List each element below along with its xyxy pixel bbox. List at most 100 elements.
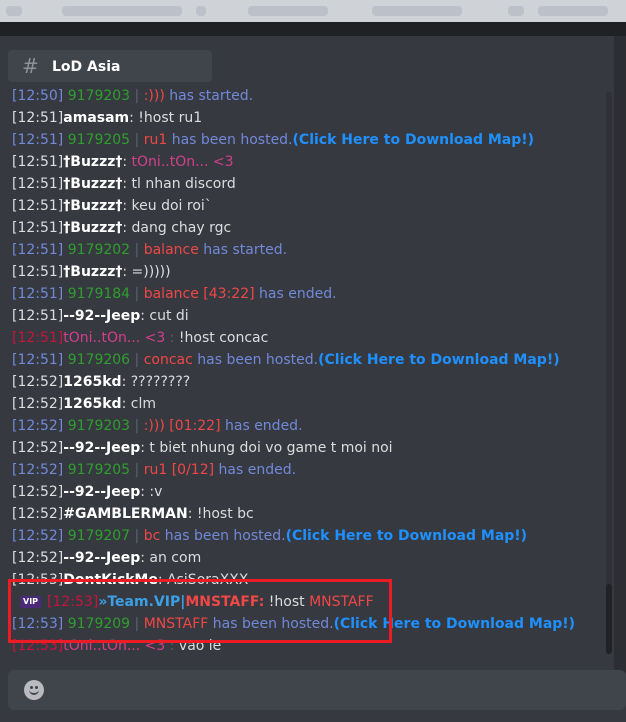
message-segment: : keu doi roi` (122, 198, 212, 214)
message-segment: --92--Jeep (63, 440, 141, 456)
chat-message: [12:52] 9179207 | bc has been hosted.(Cl… (12, 525, 527, 547)
message-segment: 9179184 (67, 286, 131, 302)
message-segment: bc (143, 528, 165, 544)
message-segment: [12:52] (12, 506, 64, 522)
chat-message: [12:51] 9179206 | concac has been hosted… (12, 349, 560, 371)
chat-message: [12:52]--92--Jeep: t biet nhung doi vo g… (12, 437, 393, 459)
message-list[interactable]: [12:50] 9179203 | :))) has started. [12:5… (0, 88, 604, 654)
message-segment: has started. (169, 88, 254, 104)
message-segment: 1265kd (63, 374, 122, 390)
message-segment: : :v (140, 484, 163, 500)
scrollbar-thumb[interactable] (606, 584, 612, 654)
message-segment: [12:52] (12, 374, 64, 390)
message-segment: has been hosted. (164, 528, 286, 544)
message-segment: | (130, 242, 144, 258)
message-segment: [12:51] (12, 154, 64, 170)
message-segment: | (130, 418, 144, 434)
message-segment: :))) (143, 88, 170, 104)
chat-message: [12:52]#GAMBLERMAN: !host bc (12, 503, 254, 525)
message-segment: has started. (203, 242, 288, 258)
chat-message: [12:51]†Buzzz†: tOni..tOn... <3 (12, 151, 234, 173)
message-segment: [12:50] (12, 88, 68, 104)
download-map-link[interactable]: (Click Here to Download Map!) (293, 132, 535, 148)
message-segment: 1265kd (63, 396, 122, 412)
message-segment: !host concac (178, 330, 269, 346)
message-segment: [12:51] (12, 132, 68, 148)
message-segment: 9179203 (67, 88, 131, 104)
message-segment: : =))))) (122, 264, 171, 280)
message-segment: | (130, 286, 144, 302)
emoji-icon[interactable] (24, 680, 44, 700)
message-segment: : t biet nhung doi vo game t moi noi (140, 440, 393, 456)
message-segment: [12:51] (12, 264, 64, 280)
message-segment: ru1 [0/12] (143, 462, 219, 478)
scrollbar-track[interactable] (606, 92, 612, 654)
message-segment: | (130, 352, 144, 368)
chat-message: [12:52]1265kd: clm (12, 393, 156, 415)
message-segment: 9179202 (67, 242, 131, 258)
browser-tab-strip (0, 0, 626, 22)
message-input[interactable] (8, 670, 626, 710)
message-segment: 9179206 (67, 352, 131, 368)
channel-name: LoD Asia (52, 59, 121, 75)
message-segment: #GAMBLERMAN (63, 506, 188, 522)
message-segment: †Buzzz† (63, 220, 123, 236)
chat-message: [12:51]tOni..tOn... <3 : !host concac (12, 327, 268, 349)
message-segment: 9179203 (67, 418, 131, 434)
message-segment: balance (143, 242, 204, 258)
message-segment: : (165, 330, 179, 346)
download-map-link[interactable]: (Click Here to Download Map!) (286, 528, 528, 544)
message-segment: †Buzzz† (63, 176, 123, 192)
chat-message: [12:51]amasam: !host ru1 (12, 107, 202, 129)
message-segment: [12:51] (12, 286, 68, 302)
message-segment: | (130, 88, 144, 104)
message-segment: balance [43:22] (143, 286, 260, 302)
message-segment: :))) [01:22] (143, 418, 225, 434)
message-segment: [12:52] (12, 440, 64, 456)
chat-message: [12:52] 9179203 | :))) [01:22] has ended… (12, 415, 303, 437)
chat-message: [12:51]†Buzzz†: tl nhan discord (12, 173, 236, 195)
window-strip (0, 22, 626, 36)
message-segment: [12:52] (12, 418, 68, 434)
message-segment: | (130, 462, 144, 478)
chat-message: [12:52]--92--Jeep: :v (12, 481, 162, 503)
message-segment: [12:51] (12, 198, 64, 214)
download-map-link[interactable]: (Click Here to Download Map!) (318, 352, 560, 368)
message-segment: amasam (63, 110, 130, 126)
message-segment: [12:52] (12, 550, 64, 566)
message-segment: [12:51] (12, 308, 64, 324)
message-segment: [12:51] (12, 110, 64, 126)
message-segment: ru1 (143, 132, 172, 148)
message-segment: : clm (121, 396, 156, 412)
message-segment: : !host ru1 (129, 110, 203, 126)
message-segment: [12:52] (12, 528, 68, 544)
message-segment: 9179207 (67, 528, 131, 544)
chat-message: [12:52]--92--Jeep: an com (12, 547, 201, 569)
message-segment: †Buzzz† (63, 198, 123, 214)
message-segment: [12:52] (12, 396, 64, 412)
chat-message: [12:52]1265kd: ???????? (12, 371, 190, 393)
message-segment: [12:51] (12, 220, 64, 236)
right-edge-panel (614, 36, 626, 676)
message-segment: : !host bc (187, 506, 254, 522)
message-segment: †Buzzz† (63, 154, 123, 170)
message-segment: [12:51] (12, 242, 68, 258)
message-segment: has ended. (225, 418, 303, 434)
message-segment: : ???????? (121, 374, 191, 390)
chat-message: [12:50] 9179203 | :))) has started. (12, 88, 253, 107)
chat-message: [12:51] 9179202 | balance has started. (12, 239, 287, 261)
message-segment: [12:51] (12, 330, 64, 346)
chat-message: [12:51]†Buzzz†: keu doi roi` (12, 195, 212, 217)
message-segment: concac (143, 352, 198, 368)
hash-icon: # (22, 54, 39, 78)
message-segment: : dang chay rgc (122, 220, 232, 236)
message-segment: --92--Jeep (63, 484, 141, 500)
message-segment: [12:52] (12, 484, 64, 500)
message-segment: has ended. (259, 286, 337, 302)
message-segment: | (130, 132, 144, 148)
message-segment: --92--Jeep (63, 308, 141, 324)
chat-message: [12:51]†Buzzz†: =))))) (12, 261, 171, 283)
chat-message: [12:51]--92--Jeep: cut di (12, 305, 189, 327)
message-segment: has ended. (218, 462, 297, 478)
message-segment: has been hosted. (171, 132, 293, 148)
